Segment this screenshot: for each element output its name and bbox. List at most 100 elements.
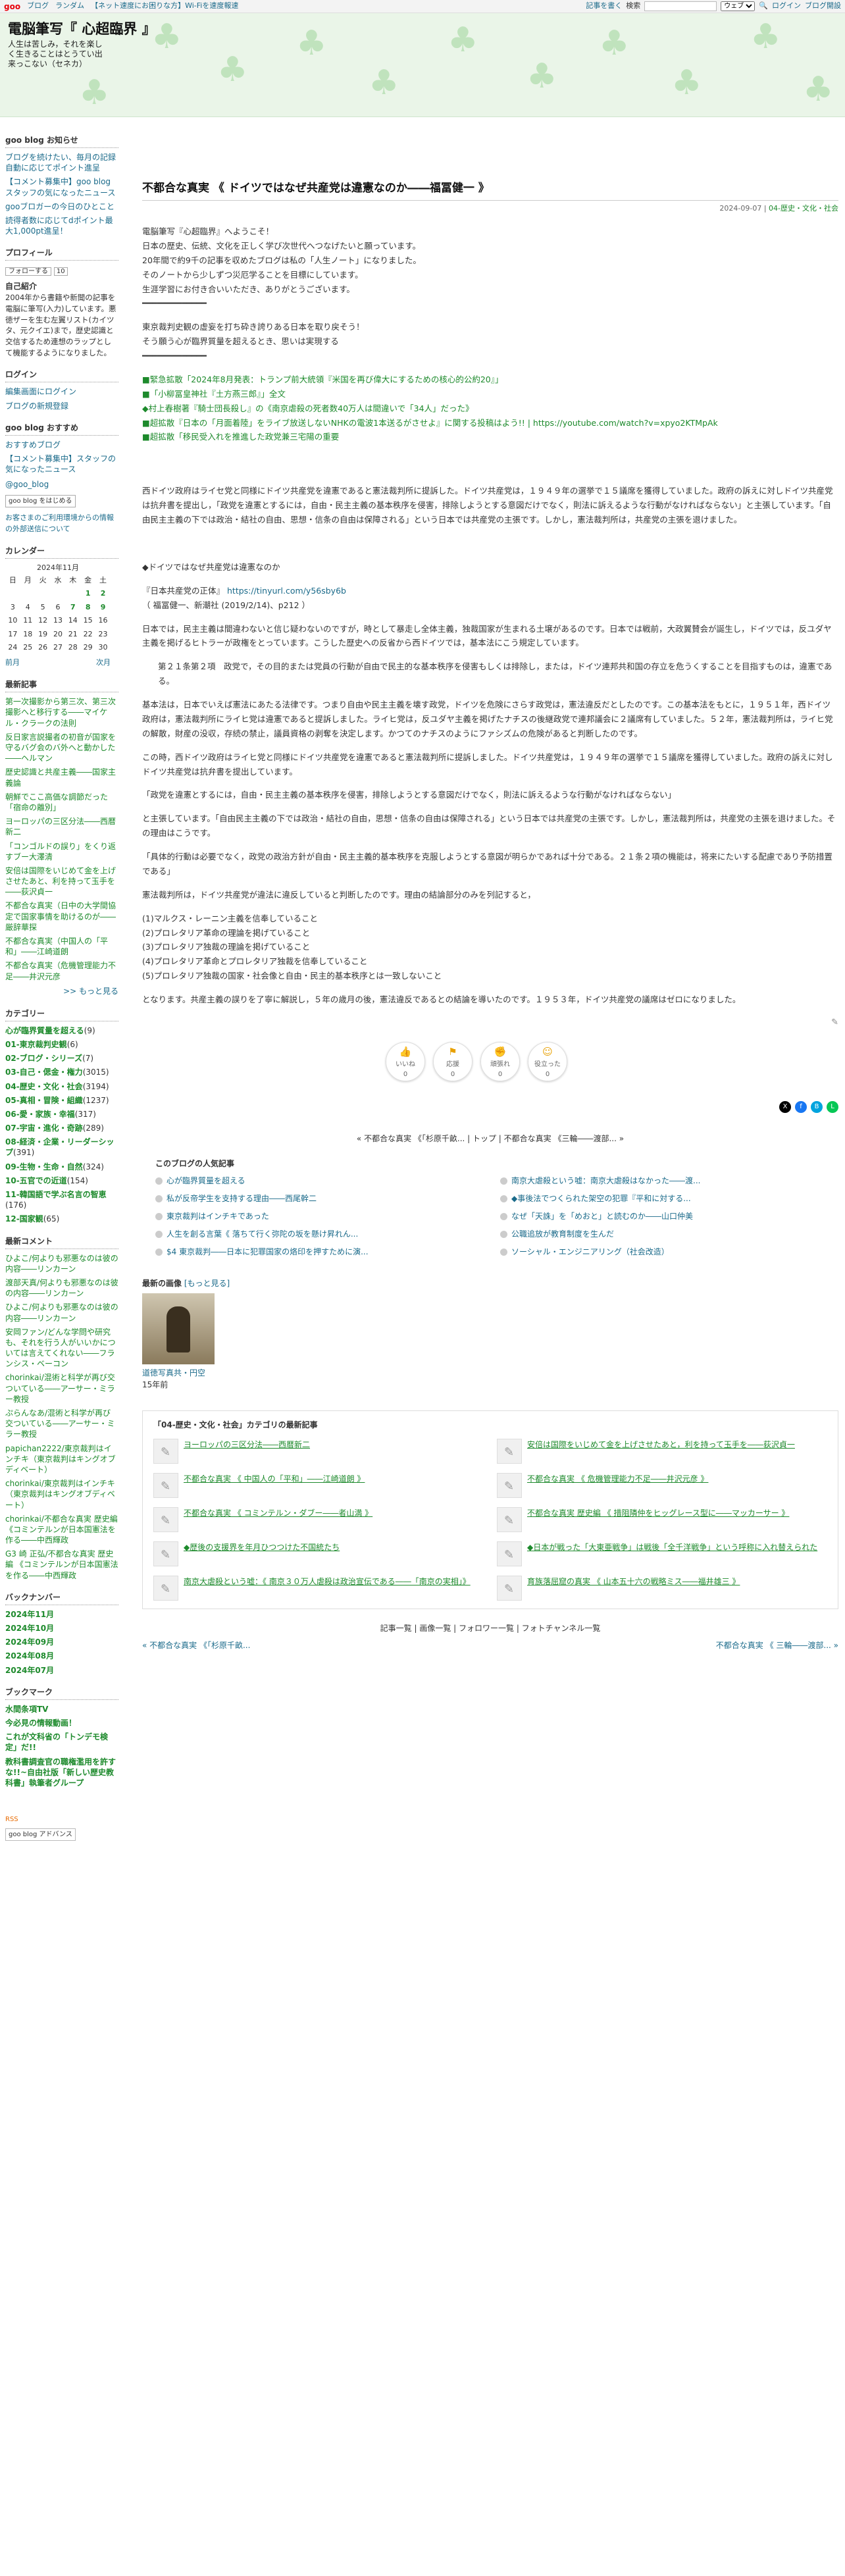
backnumber-item-link[interactable]: 2024年10月 bbox=[5, 1624, 54, 1633]
calendar-day[interactable]: 22 bbox=[80, 628, 95, 642]
recent-item-link[interactable]: 「コンゴルドの誤り」をくり返すブー大澤清 bbox=[5, 842, 116, 862]
comment-item-link[interactable]: chorinkai/混術と科学が再び交ついている――アーサー・ミラー教授 bbox=[5, 1373, 115, 1403]
news-link[interactable]: ■超拡散「移民受入れを推進した政党兼三宅陽の重要 bbox=[142, 432, 339, 442]
comment-item-link[interactable]: ひよこ/何よりも邪悪なのは彼の内容――リンカーン bbox=[5, 1302, 118, 1322]
rss-icon[interactable]: RSS bbox=[5, 1815, 118, 1824]
calendar-day[interactable]: 29 bbox=[80, 641, 95, 655]
backnumber-item-link[interactable]: 2024年11月 bbox=[5, 1610, 54, 1619]
calendar-day[interactable]: 9 bbox=[95, 601, 111, 615]
calendar-day[interactable]: 5 bbox=[36, 601, 51, 615]
category-link[interactable]: 06-愛・家族・幸福 bbox=[5, 1110, 75, 1119]
article-thumb-icon[interactable] bbox=[497, 1507, 522, 1533]
topbar-link-ad[interactable]: 【ネット速度にお困りな方】Wi-Fiを速度報速 bbox=[91, 1, 238, 12]
comment-item-link[interactable]: 安岡ファン/どんな学問や研究も、それを行う人がいいかについては言えてくれない――… bbox=[5, 1327, 116, 1369]
topbar-link-random[interactable]: ランダム bbox=[55, 1, 84, 12]
gooblog-advance-logo[interactable]: goo blog アドバンス bbox=[5, 1828, 76, 1842]
edit-pen-icon[interactable]: ✎ bbox=[142, 1016, 838, 1029]
twitter-link[interactable]: @goo_blog bbox=[5, 480, 49, 489]
article-category[interactable]: 04-歴史・文化・社会 bbox=[769, 204, 838, 213]
book-link[interactable]: https://tinyurl.com/y56sby6b bbox=[227, 586, 346, 596]
recommend-item[interactable]: 【コメント募集中】スタッフの気になったニュース bbox=[5, 454, 116, 474]
article-thumb-icon[interactable] bbox=[497, 1576, 522, 1601]
news-link[interactable]: ■超拡散『日本の「月面着陸」をライブ放送しないNHKの電波1本送るがさせよ』に関… bbox=[142, 418, 718, 428]
calendar-day[interactable]: 13 bbox=[51, 614, 66, 628]
category-latest-link[interactable]: 不都合な真実 《 危機管理能力不足――井沢元彦 》 bbox=[527, 1473, 708, 1498]
recent-item-link[interactable]: 朝鮮でここ高価な調節だった「宿命の離別」 bbox=[5, 792, 108, 812]
backnumber-item-link[interactable]: 2024年08月 bbox=[5, 1651, 54, 1661]
category-latest-link[interactable]: 不都合な真実 《 コミンテルン・ダブー――者山満 》 bbox=[184, 1507, 372, 1532]
calendar-day[interactable]: 20 bbox=[51, 628, 66, 642]
more-link[interactable]: >> もっと見る bbox=[63, 987, 118, 996]
topbar-link-blog[interactable]: ブログ bbox=[27, 1, 49, 12]
blog-open-link[interactable]: ブログ開設 bbox=[805, 1, 841, 12]
article-pager[interactable]: « 不都合な真実 《「杉原千畝... | トップ | 不都合な真実 《三輪――渡… bbox=[142, 1133, 838, 1145]
category-latest-link[interactable]: 南京大虐殺という嘘：《 南京３０万人虐殺は政治宣伝である――「南京の実相」》 bbox=[184, 1576, 471, 1601]
comment-item-link[interactable]: 渡部天真/何よりも邪悪なのは彼の内容――リンカーン bbox=[5, 1278, 118, 1298]
category-latest-link[interactable]: ヨーロッパの三区分法――西暦新二 bbox=[184, 1439, 310, 1464]
recent-item-link[interactable]: 不都合な真実（危機管理能力不足――井沢元彦 bbox=[5, 961, 116, 981]
reaction-useful-button[interactable]: ☺ 役立った 0 bbox=[528, 1042, 567, 1082]
category-link[interactable]: 05-真相・冒険・組織 bbox=[5, 1096, 83, 1105]
calendar-day[interactable]: 14 bbox=[65, 614, 80, 628]
comment-item-link[interactable]: ひよこ/何よりも邪悪なのは彼の内容――リンカーン bbox=[5, 1254, 118, 1274]
calendar-day[interactable]: 24 bbox=[5, 641, 20, 655]
popular-link[interactable]: ソーシャル・エンジニアリング（社会改造） bbox=[511, 1246, 669, 1258]
calendar-day[interactable]: 23 bbox=[95, 628, 111, 642]
article-thumb-icon[interactable] bbox=[153, 1473, 178, 1499]
hatena-share-icon[interactable]: B bbox=[811, 1101, 823, 1114]
follow-button[interactable]: フォローする bbox=[5, 267, 51, 276]
category-latest-link[interactable]: ◆歴後の支援界を年月ひつつけた不国統たち bbox=[184, 1541, 340, 1566]
bookmark-item-link[interactable]: 今必見の情報動画！ bbox=[5, 1718, 76, 1728]
news-link[interactable]: ◆村上春樹著『騎士団長殺し』の《南京虐殺の死者数40万人は間違いで「34人」だっ… bbox=[142, 403, 474, 413]
calendar-day[interactable]: 16 bbox=[95, 614, 111, 628]
login-link-register[interactable]: ブログの新規登録 bbox=[5, 401, 68, 411]
comment-item-link[interactable]: papichan2222/東京裁判はインチキ（東京裁判はキングオブディベート） bbox=[5, 1444, 116, 1474]
notice-item[interactable]: gooブロガーの今日のひとこと bbox=[5, 202, 115, 211]
recent-item-link[interactable]: 安倍は国際をいじめて金を上げさせたあと、利を持って玉手を――荻沢貞一 bbox=[5, 866, 116, 896]
facebook-share-icon[interactable]: f bbox=[795, 1101, 807, 1114]
x-share-icon[interactable]: X bbox=[779, 1101, 791, 1114]
calendar-day[interactable]: 7 bbox=[65, 601, 80, 615]
calendar-day[interactable]: 10 bbox=[5, 614, 20, 628]
search-scope-select[interactable]: ウェブ bbox=[721, 1, 755, 11]
category-link[interactable]: 11-韓国語で学ぶ名言の智恵 bbox=[5, 1190, 107, 1199]
category-latest-link[interactable]: 育族落屈窟の真実 《 山本五十六の戦略ミス――福井雄三 》 bbox=[527, 1576, 740, 1601]
category-link[interactable]: 01-東京裁判史観 bbox=[5, 1040, 67, 1049]
news-link[interactable]: ■緊急拡散「2024年8月発表：トランプ前大統領『米国を再び偉大にするための核心… bbox=[142, 374, 503, 384]
reaction-fight-button[interactable]: ✊ 頑張れ 0 bbox=[480, 1042, 520, 1082]
backnumber-item-link[interactable]: 2024年07月 bbox=[5, 1666, 54, 1675]
login-link[interactable]: ログイン bbox=[772, 1, 801, 12]
article-thumb-icon[interactable] bbox=[153, 1541, 178, 1567]
calendar-day[interactable]: 27 bbox=[51, 641, 66, 655]
popular-link[interactable]: なぜ「天誅」を「めおと」と読むのか――山口仲美 bbox=[511, 1210, 693, 1222]
comment-item-link[interactable]: ぷらんなあ/混術と科学が再び交ついている――アーサー・ミラー教授 bbox=[5, 1408, 115, 1439]
popular-link[interactable]: 私が反帝学生を支持する理由――西尾幹二 bbox=[166, 1193, 317, 1204]
bookmark-item-link[interactable]: 教科書調査官の職権濫用を許すな!!~自由社版「新しい歴史教科書」執筆者グループ bbox=[5, 1757, 116, 1788]
backnumber-item-link[interactable]: 2024年09月 bbox=[5, 1637, 54, 1647]
popular-link[interactable]: 心が臨界質量を超える bbox=[166, 1175, 245, 1187]
comment-item-link[interactable]: chorinkai/東京裁判はインチキ（東京裁判はキングオブディベート） bbox=[5, 1479, 115, 1509]
recent-item-link[interactable]: 不都合な真実（日中の大学間協定で国家事情を助けるのが――厳辞華探 bbox=[5, 901, 116, 931]
category-latest-link[interactable]: 不都合な真実 《 中国人の「平和」――江崎道朗 》 bbox=[184, 1473, 365, 1498]
calendar-day[interactable]: 21 bbox=[65, 628, 80, 642]
goo-logo[interactable]: goo bbox=[4, 1, 20, 13]
popular-link[interactable]: 公職追放が教育制度を生んだ bbox=[511, 1228, 614, 1240]
recent-image-thumb[interactable] bbox=[142, 1293, 215, 1365]
calendar-day[interactable]: 30 bbox=[95, 641, 111, 655]
category-link[interactable]: 09-生物・生命・自然 bbox=[5, 1162, 83, 1172]
calendar-next[interactable]: 次月 bbox=[96, 657, 111, 669]
write-article-link[interactable]: 記事を書く bbox=[586, 1, 622, 12]
calendar-day[interactable]: 19 bbox=[36, 628, 51, 642]
recommend-item[interactable]: おすすめブログ bbox=[5, 440, 61, 450]
reaction-like-button[interactable]: 👍 いいね 0 bbox=[386, 1042, 425, 1082]
bookmark-item-link[interactable]: 水間条項TV bbox=[5, 1705, 48, 1714]
category-link[interactable]: 03-自己・偲金・権力 bbox=[5, 1068, 83, 1077]
calendar-day[interactable]: 2 bbox=[95, 587, 111, 601]
article-thumb-icon[interactable] bbox=[153, 1439, 178, 1464]
gooblog-start-button[interactable]: goo blog をはじめる bbox=[5, 495, 76, 508]
notice-item[interactable]: 読得者数に応じてdポイント最大1,000pt進呈！ bbox=[5, 216, 113, 236]
line-share-icon[interactable]: L bbox=[827, 1101, 838, 1114]
bookmark-item-link[interactable]: これが文科省の「トンデモ検定」だ!! bbox=[5, 1732, 108, 1752]
calendar-prev[interactable]: 前月 bbox=[5, 657, 20, 669]
recent-item-link[interactable]: 第一次撮影から第三次、第三次撮影へと移行する――マイケル・クラークの法則 bbox=[5, 697, 116, 727]
